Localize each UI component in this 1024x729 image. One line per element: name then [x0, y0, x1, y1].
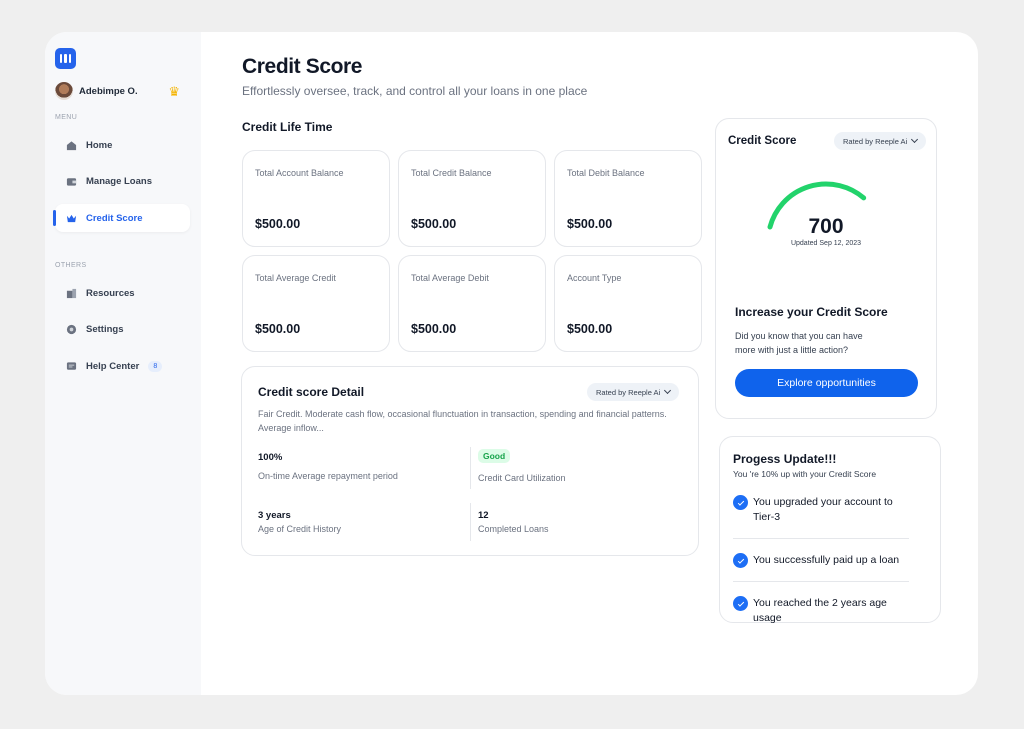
- sidebar-item-credit-score[interactable]: Credit Score: [53, 204, 190, 232]
- metric-label-repayment: On-time Average repayment period: [258, 471, 398, 481]
- increase-score-description: Did you know that you can have more with…: [735, 331, 863, 355]
- building-icon: [66, 288, 77, 298]
- credit-life-title: Credit Life Time: [242, 120, 333, 134]
- home-icon: [66, 140, 77, 150]
- menu-section-label: MENU: [55, 114, 78, 121]
- sidebar-item-label: Home: [86, 139, 113, 151]
- sidebar-item-resources[interactable]: Resources: [55, 279, 190, 307]
- check-circle-icon: [733, 553, 748, 568]
- stat-label: Total Debit Balance: [567, 168, 645, 178]
- check-circle-icon: [733, 495, 748, 510]
- score-card-title: Credit Score: [728, 135, 797, 147]
- score-updated-date: Updated Sep 12, 2023: [790, 240, 862, 247]
- user-profile[interactable]: Adebimpe O. ♛: [55, 82, 180, 100]
- metric-label-completed-loans: Completed Loans: [478, 524, 549, 534]
- detail-title: Credit score Detail: [258, 385, 365, 399]
- detail-description: Fair Credit. Moderate cash flow, occasio…: [258, 409, 667, 433]
- progress-item: You reached the 2 years age usage: [733, 596, 909, 626]
- rated-by-label: Rated by Reeple Ai: [843, 136, 908, 146]
- stat-value: $500.00: [411, 217, 457, 231]
- progress-title: Progess Update!!!: [733, 452, 837, 466]
- page-subtitle: Effortlessly oversee, track, and control…: [242, 84, 588, 98]
- sidebar-item-label: Credit Score: [86, 212, 143, 224]
- stat-card-total-account-balance: Total Account Balance $500.00: [242, 150, 390, 247]
- progress-item-text: You reached the 2 years age usage: [753, 597, 887, 624]
- stat-value: $500.00: [255, 217, 301, 231]
- sidebar-item-label: Resources: [86, 287, 135, 299]
- stat-card-account-type: Account Type $500.00: [554, 255, 702, 352]
- sidebar-item-help-center[interactable]: Help Center 8: [55, 352, 190, 380]
- progress-update-card: Progess Update!!! You 're 10% up with yo…: [719, 436, 941, 626]
- status-badge: Good: [478, 449, 511, 463]
- score-value: 700: [808, 215, 844, 238]
- stat-value: $500.00: [567, 217, 613, 231]
- app-logo-icon[interactable]: [55, 48, 76, 69]
- page-title: Credit Score: [242, 55, 363, 78]
- stat-label: Total Average Debit: [411, 273, 489, 283]
- app-window: Adebimpe O. ♛ MENU Home Manage Loans Cre…: [45, 32, 978, 695]
- stat-label: Total Credit Balance: [411, 168, 492, 178]
- sidebar-item-label: Settings: [86, 323, 124, 335]
- sidebar-item-label: Manage Loans: [86, 175, 152, 187]
- credit-score-card: Credit Score Rated by Reeple Ai 700 Upda…: [715, 118, 937, 419]
- metric-divider: [470, 447, 471, 489]
- others-section-label: OTHERS: [55, 262, 87, 269]
- user-name: Adebimpe O.: [79, 85, 138, 97]
- metric-label-credit-age: Age of Credit History: [258, 524, 342, 534]
- crown-icon: [66, 214, 77, 222]
- sidebar-item-manage-loans[interactable]: Manage Loans: [55, 167, 190, 195]
- stat-value: $500.00: [411, 322, 457, 336]
- metric-value-completed-loans: 12: [478, 510, 489, 521]
- crown-icon: ♛: [168, 83, 180, 99]
- sidebar-item-settings[interactable]: Settings: [55, 315, 190, 343]
- metric-divider: [470, 503, 471, 541]
- progress-item-text: You successfully paid up a loan: [753, 554, 900, 566]
- chevron-down-icon: [911, 135, 919, 144]
- progress-item: You upgraded your account to Tier-3: [733, 495, 909, 525]
- progress-item: You successfully paid up a loan: [733, 553, 909, 568]
- progress-subtitle: You 're 10% up with your Credit Score: [733, 469, 877, 479]
- metric-label-utilization: Credit Card Utilization: [478, 473, 566, 483]
- explore-opportunities-button[interactable]: Explore opportunities: [735, 369, 918, 397]
- check-circle-icon: [733, 596, 748, 611]
- rated-by-dropdown[interactable]: Rated by Reeple Ai: [587, 383, 680, 401]
- gear-icon: [66, 324, 77, 334]
- rated-by-dropdown[interactable]: Rated by Reeple Ai: [834, 132, 927, 150]
- rated-by-label: Rated by Reeple Ai: [596, 387, 661, 397]
- wallet-icon: [66, 177, 77, 186]
- sidebar-item-label: Help Center: [86, 360, 140, 372]
- stat-label: Total Average Credit: [255, 273, 336, 283]
- stat-card-total-average-debit: Total Average Debit $500.00: [398, 255, 546, 352]
- chat-icon: [66, 361, 77, 370]
- sidebar-item-home[interactable]: Home: [55, 131, 190, 159]
- stat-card-total-debit-balance: Total Debit Balance $500.00: [554, 150, 702, 247]
- notification-badge: 8: [148, 360, 163, 372]
- stat-label: Total Account Balance: [255, 168, 344, 178]
- stat-label: Account Type: [567, 273, 622, 283]
- stat-card-total-credit-balance: Total Credit Balance $500.00: [398, 150, 546, 247]
- progress-divider: [733, 538, 909, 539]
- chevron-down-icon: [664, 386, 672, 395]
- progress-divider: [733, 581, 909, 582]
- stat-value: $500.00: [255, 322, 301, 336]
- progress-item-text: You upgraded your account to Tier-3: [753, 496, 893, 523]
- stat-value: $500.00: [567, 322, 613, 336]
- credit-score-detail-card: Credit score Detail Rated by Reeple Ai F…: [241, 366, 699, 556]
- increase-score-title: Increase your Credit Score: [735, 305, 888, 319]
- metric-value-credit-age: 3 years: [258, 510, 291, 521]
- stat-card-total-average-credit: Total Average Credit $500.00: [242, 255, 390, 352]
- sidebar: Adebimpe O. ♛ MENU Home Manage Loans Cre…: [45, 32, 201, 695]
- metric-value-repayment: 100%: [258, 452, 283, 463]
- avatar[interactable]: [55, 82, 73, 100]
